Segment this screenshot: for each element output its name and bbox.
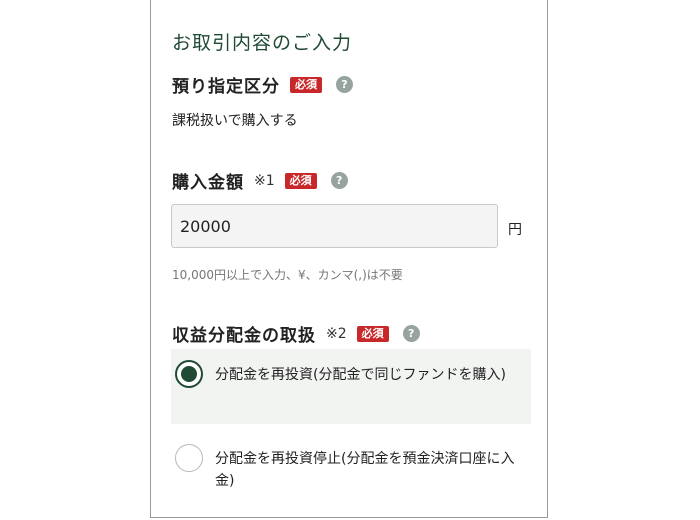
required-badge: 必須	[290, 76, 322, 93]
distribution-option-stop-reinvest[interactable]: 分配金を再投資停止(分配金を預金決済口座に入金)	[171, 434, 531, 500]
help-icon[interactable]: ?	[402, 325, 420, 342]
help-icon[interactable]: ?	[336, 76, 353, 93]
radio-unselected[interactable]	[175, 444, 203, 472]
currency-unit: 円	[508, 222, 522, 238]
purchase-amount-input[interactable]	[171, 204, 498, 248]
deposit-type-value: 課税扱いで購入する	[172, 113, 298, 129]
distribution-label: 収益分配金の取扱	[172, 326, 316, 346]
purchase-amount-note: ※1	[254, 172, 275, 189]
purchase-amount-hint: 10,000円以上で入力、¥、カンマ(,)は不要	[172, 268, 403, 282]
option-label: 分配金を再投資(分配金で同じファンドを購入)	[215, 367, 506, 383]
purchase-amount-label: 購入金額	[172, 173, 244, 193]
required-badge: 必須	[356, 325, 389, 342]
distribution-option-reinvest[interactable]: 分配金を再投資(分配金で同じファンドを購入)	[171, 349, 531, 424]
purchase-amount-heading: 購入金額 ※1 必須 ?	[172, 168, 348, 193]
order-input-panel: お取引内容のご入力 預り指定区分 必須 ? 課税扱いで購入する 購入金額 ※1 …	[150, 0, 548, 518]
radio-selected[interactable]	[175, 360, 203, 388]
distribution-heading: 収益分配金の取扱 ※2 必須 ?	[172, 321, 420, 346]
distribution-note: ※2	[326, 325, 347, 342]
section-title: お取引内容のご入力	[172, 32, 353, 54]
required-badge: 必須	[284, 172, 317, 189]
deposit-type-label: 預り指定区分	[172, 77, 280, 97]
help-icon[interactable]: ?	[330, 172, 348, 189]
option-label: 分配金を再投資停止(分配金を預金決済口座に入金)	[215, 451, 515, 489]
deposit-type-heading: 預り指定区分 必須 ?	[172, 72, 353, 97]
